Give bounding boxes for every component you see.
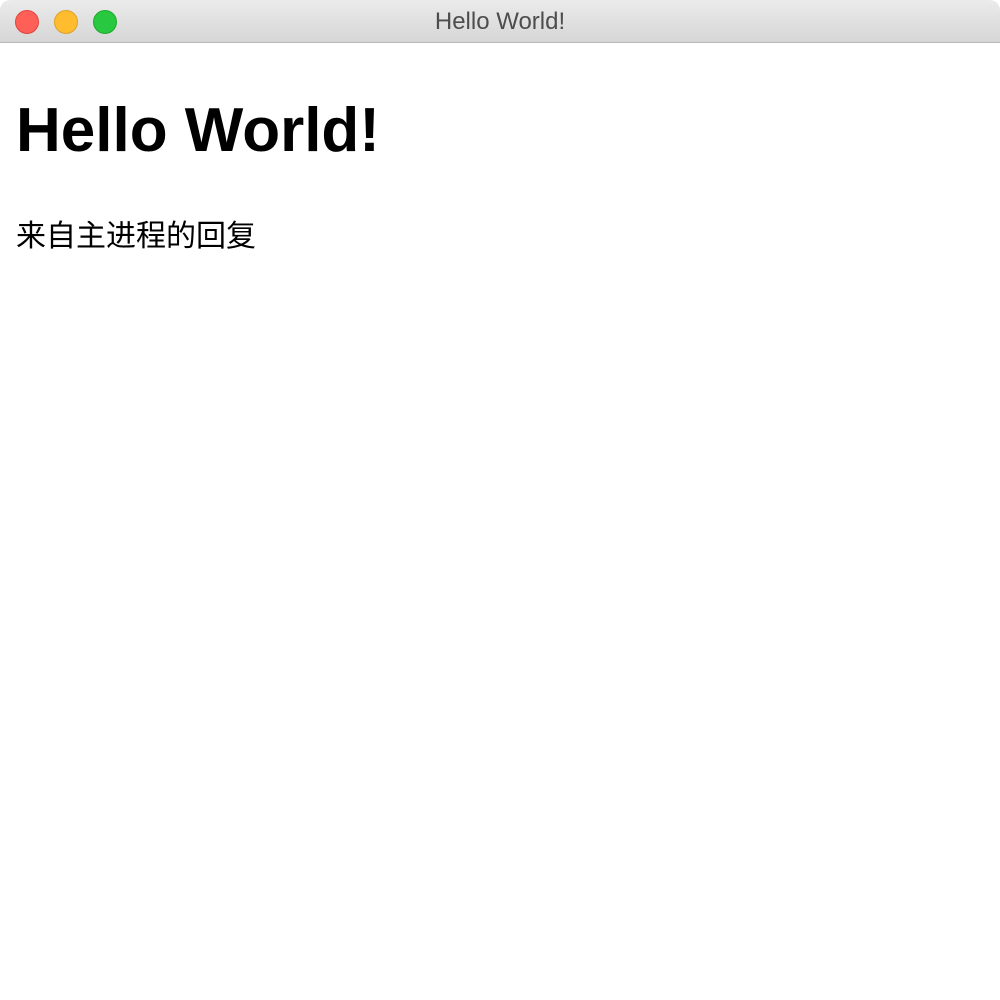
window-title: Hello World! (434, 8, 566, 35)
page-content: Hello World! 来自主进程的回复 (0, 95, 1000, 257)
page-heading: Hello World! (16, 96, 380, 165)
reply-message: 来自主进程的回复 (16, 219, 256, 254)
title-bar[interactable]: Hello World! (0, 0, 1000, 43)
app-window: Hello World! Hello World! 来自主进程的回复 (0, 0, 1000, 1000)
